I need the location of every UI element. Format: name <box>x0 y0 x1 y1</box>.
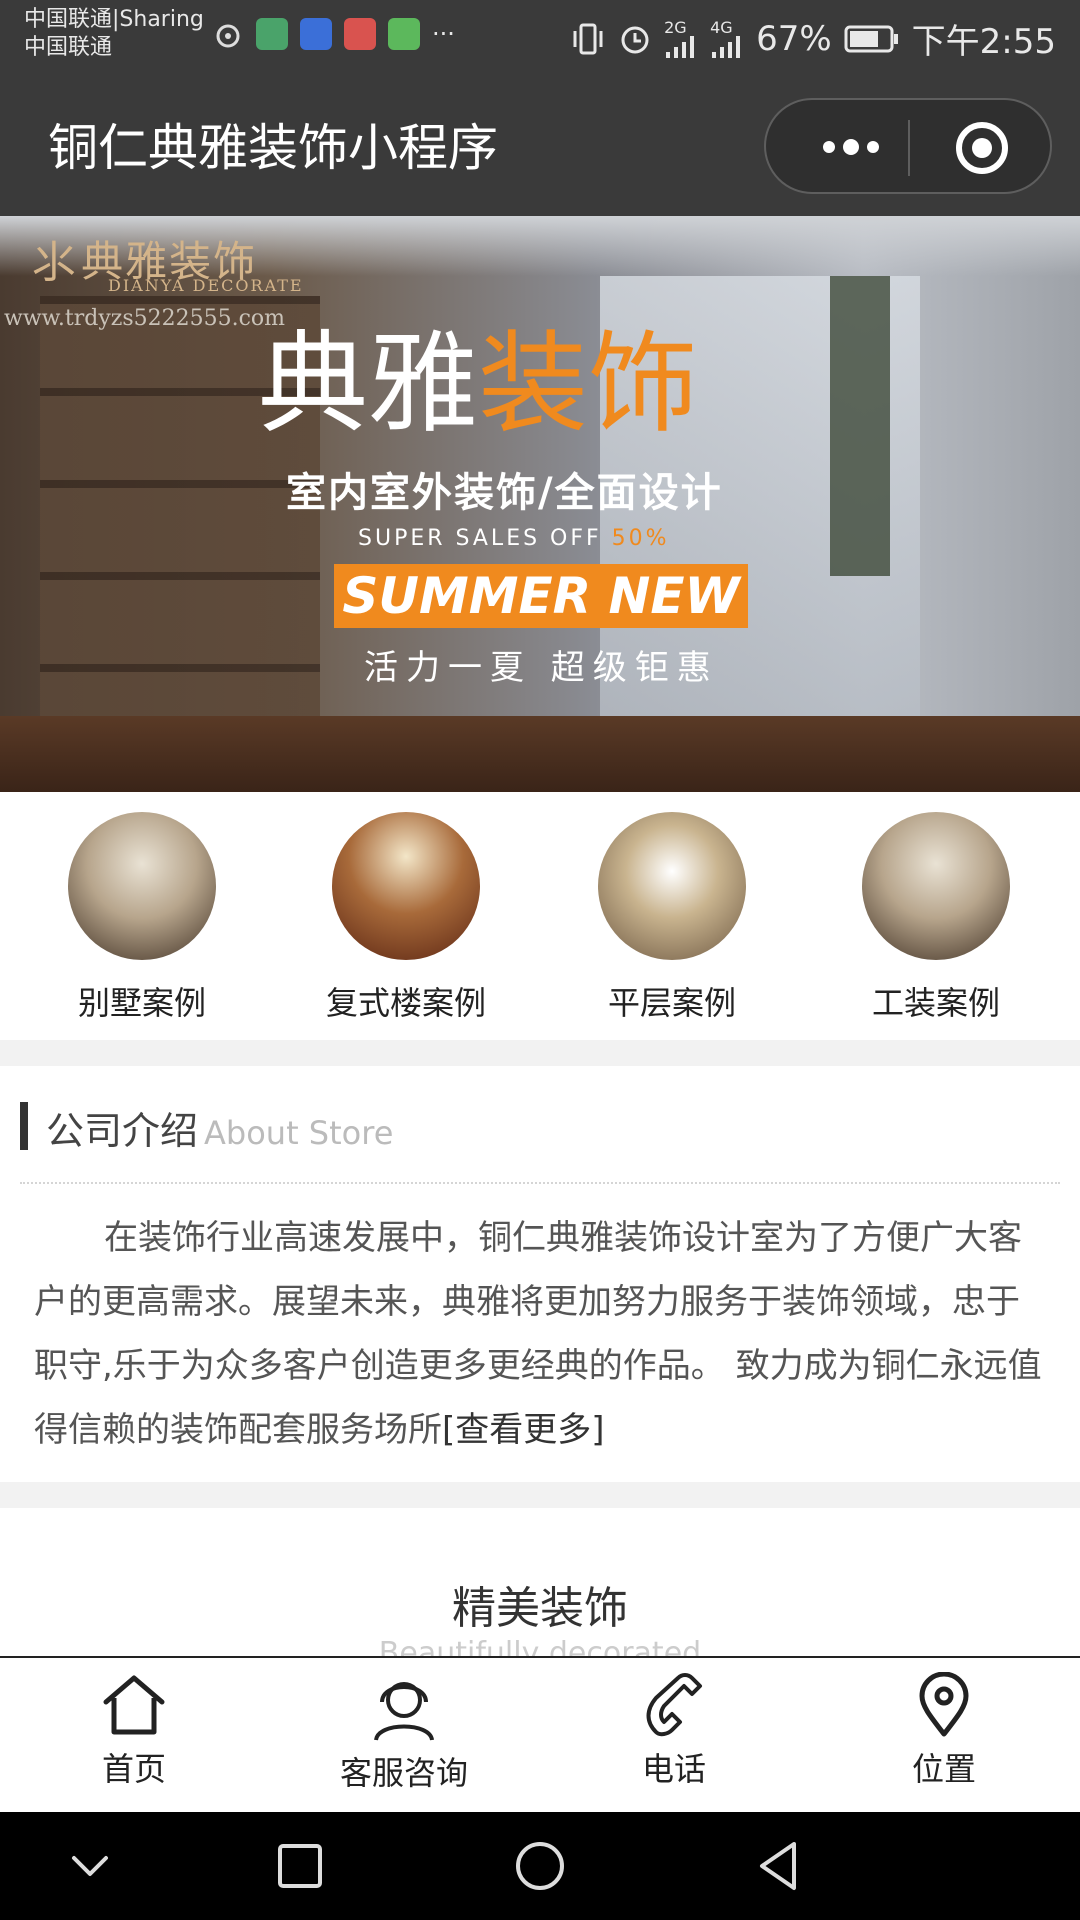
category-label: 复式楼案例 <box>325 984 486 1022</box>
section-title-en: About Store <box>204 1114 394 1152</box>
alarm-icon <box>621 26 649 53</box>
system-status: 2G 4G 67% 下午2:55 <box>570 14 1056 63</box>
company-intro-section: 公司介绍 About Store 在装饰行业高速发展中，铜仁典雅装饰设计室为了方便… <box>0 1066 1080 1482</box>
baidu-icon <box>300 18 332 50</box>
featured-title: 精美装饰 <box>452 1583 628 1634</box>
browser-icon <box>388 18 420 50</box>
vibrate-icon <box>573 23 603 54</box>
category-thumbnail <box>862 812 1010 960</box>
home-circle-icon[interactable] <box>510 1836 570 1896</box>
tab-label: 客服咨询 <box>339 1754 468 1792</box>
location-icon <box>919 1672 969 1737</box>
category-label: 工装案例 <box>871 984 1000 1022</box>
phone-icon <box>646 1673 702 1737</box>
category-thumbnail <box>68 812 216 960</box>
featured-section: 精美装饰 Beautifully decorated <box>0 1508 1080 1658</box>
summer-badge: SUMMER NEW <box>334 564 748 628</box>
promo-banner[interactable]: ⺢ 典雅装饰 DIANYA DECORATE www.trdyzs5222555… <box>0 216 1080 792</box>
banner-headline: 典雅装饰 <box>258 324 698 444</box>
more-dot-icon <box>823 141 835 153</box>
tencent-video-icon <box>344 18 376 50</box>
section-divider <box>0 1482 1080 1508</box>
category-villa[interactable]: 别墅案例 <box>42 812 242 1024</box>
banner-subtitle: 室内室外装饰/全面设计 <box>286 470 723 516</box>
battery-icon <box>844 25 898 52</box>
bottom-tab-bar: 首页 客服咨询 电话 位置 <box>0 1656 1080 1812</box>
mini-program-title-bar: 铜仁典雅装饰小程序 <box>0 78 1080 216</box>
featured-subtitle: Beautifully decorated <box>378 1636 702 1658</box>
category-thumbnail <box>598 812 746 960</box>
network-2g-label: 2G <box>664 17 687 37</box>
signal-icon <box>712 35 741 58</box>
chevron-down-icon[interactable] <box>60 1836 120 1896</box>
section-heading: 公司介绍 About Store <box>46 1100 393 1155</box>
notification-icons: ··· <box>212 18 455 50</box>
clock: 下午2:55 <box>911 22 1056 62</box>
banner-url: www.trdyzs5222555.com <box>4 306 286 331</box>
more-options-button[interactable] <box>806 122 896 172</box>
back-triangle-icon[interactable] <box>750 1836 810 1896</box>
category-label: 别墅案例 <box>77 984 206 1022</box>
tab-phone[interactable]: 电话 <box>574 1672 774 1790</box>
category-nav: 别墅案例 复式楼案例 平层案例 工装案例 <box>0 792 1080 1040</box>
tab-home[interactable]: 首页 <box>34 1672 234 1790</box>
banner-sales-line: SUPER SALES OFF 50% <box>358 526 670 551</box>
home-icon <box>103 1675 165 1735</box>
capsule-divider <box>908 120 910 176</box>
brand-logo: ⺢ 典雅装饰 DIANYA DECORATE <box>32 226 302 296</box>
carrier-info: 中国联通|Sharing 中国联通 <box>24 6 204 62</box>
close-mini-program-button[interactable] <box>956 122 1008 174</box>
capsule-menu <box>764 98 1052 194</box>
page-title: 铜仁典雅装饰小程序 <box>48 119 498 177</box>
sales-percent: 50% <box>611 526 670 551</box>
view-more-link[interactable]: [查看更多] <box>442 1410 605 1450</box>
headline-white: 典雅 <box>258 320 478 448</box>
more-notifications-icon: ··· <box>432 20 455 48</box>
category-duplex[interactable]: 复式楼案例 <box>306 812 506 1024</box>
logo-mark-icon: ⺢ <box>32 237 76 288</box>
category-label: 平层案例 <box>607 984 736 1022</box>
recent-apps-icon[interactable] <box>270 1836 330 1896</box>
network-2g: 2G <box>664 17 698 58</box>
more-dot-icon <box>843 139 859 155</box>
category-flat[interactable]: 平层案例 <box>572 812 772 1024</box>
banner-slogan: 活力一夏 超级钜惠 <box>364 648 719 688</box>
carrier-line-2: 中国联通 <box>24 35 113 60</box>
banner-curtain <box>830 276 890 576</box>
carrier-line-1: 中国联通|Sharing <box>24 7 204 32</box>
tab-label: 电话 <box>641 1750 706 1788</box>
signal-icon <box>666 35 695 58</box>
tab-customer-service[interactable]: 客服咨询 <box>304 1672 504 1794</box>
banner-floor <box>0 716 1080 792</box>
section-title: 公司介绍 <box>46 1109 199 1153</box>
weibo-icon <box>216 24 240 48</box>
battery-percent: 67% <box>756 18 832 59</box>
status-bar: 中国联通|Sharing 中国联通 ··· 2G 4G 67% 下午2:55 <box>0 0 1080 78</box>
tab-location[interactable]: 位置 <box>844 1672 1044 1790</box>
tab-label: 首页 <box>101 1750 166 1788</box>
category-commercial[interactable]: 工装案例 <box>836 812 1036 1024</box>
network-4g: 4G <box>710 17 744 58</box>
customer-service-icon <box>374 1682 434 1741</box>
category-thumbnail <box>332 812 480 960</box>
logo-text-en: DIANYA DECORATE <box>108 276 304 295</box>
more-dot-icon <box>867 141 879 153</box>
section-accent-bar <box>20 1102 28 1150</box>
section-divider <box>0 1040 1080 1066</box>
video-app-icon <box>256 18 288 50</box>
sales-text: SUPER SALES OFF <box>358 526 612 551</box>
company-intro-text: 在装饰行业高速发展中，铜仁典雅装饰设计室为了方便广大客户的更高需求。展望未来，典… <box>34 1206 1044 1462</box>
network-4g-label: 4G <box>710 17 733 37</box>
system-nav-bar <box>0 1812 1080 1920</box>
headline-orange: 装饰 <box>478 320 698 448</box>
tab-label: 位置 <box>911 1750 976 1788</box>
dotted-divider <box>20 1182 1060 1184</box>
